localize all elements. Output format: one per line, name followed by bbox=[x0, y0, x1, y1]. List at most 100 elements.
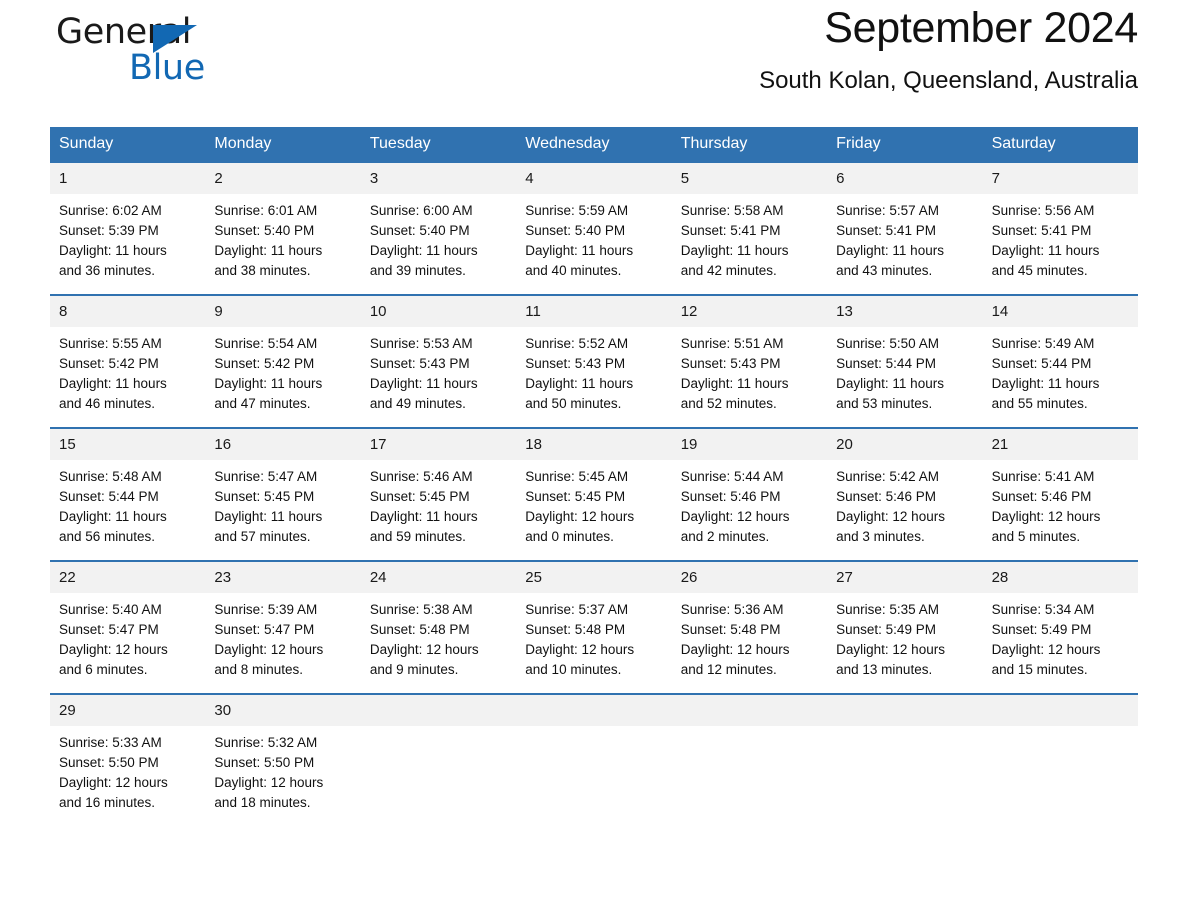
day-cell[interactable]: Sunrise: 5:33 AM Sunset: 5:50 PM Daylight:… bbox=[50, 726, 205, 826]
day-cell[interactable]: Sunrise: 6:00 AM Sunset: 5:40 PM Daylight:… bbox=[361, 194, 516, 294]
day-number[interactable]: 22 bbox=[50, 562, 205, 593]
day-number[interactable]: 21 bbox=[983, 429, 1138, 460]
day-number[interactable]: 27 bbox=[827, 562, 982, 593]
day-cell[interactable]: Sunrise: 5:32 AM Sunset: 5:50 PM Daylight:… bbox=[205, 726, 360, 826]
day-cell[interactable]: Sunrise: 5:38 AM Sunset: 5:48 PM Daylight:… bbox=[361, 593, 516, 693]
day-number[interactable]: 4 bbox=[516, 163, 671, 194]
day-number[interactable]: 9 bbox=[205, 296, 360, 327]
day-number[interactable]: 10 bbox=[361, 296, 516, 327]
daylight-text-line2: and 0 minutes. bbox=[525, 529, 614, 544]
daylight-text-line1: Daylight: 11 hours bbox=[214, 376, 323, 391]
day-cell[interactable]: Sunrise: 5:42 AM Sunset: 5:46 PM Daylight:… bbox=[827, 460, 982, 560]
day-number[interactable]: 7 bbox=[983, 163, 1138, 194]
day-cell[interactable]: Sunrise: 5:39 AM Sunset: 5:47 PM Daylight:… bbox=[205, 593, 360, 693]
day-number[interactable]: 16 bbox=[205, 429, 360, 460]
day-number[interactable]: 19 bbox=[672, 429, 827, 460]
day-cell[interactable]: Sunrise: 5:47 AM Sunset: 5:45 PM Daylight:… bbox=[205, 460, 360, 560]
day-cell[interactable]: Sunrise: 5:52 AM Sunset: 5:43 PM Daylight:… bbox=[516, 327, 671, 427]
sunset-text: Sunset: 5:41 PM bbox=[680, 223, 781, 238]
week-daynumber-band: 15 16 17 18 19 20 21 bbox=[50, 429, 1138, 460]
day-cell[interactable]: Sunrise: 5:41 AM Sunset: 5:46 PM Daylight:… bbox=[983, 460, 1138, 560]
day-number[interactable]: 14 bbox=[983, 296, 1138, 327]
day-number[interactable]: 18 bbox=[516, 429, 671, 460]
day-number[interactable]: 17 bbox=[361, 429, 516, 460]
sunset-text: Sunset: 5:42 PM bbox=[59, 356, 159, 371]
day-number[interactable]: 30 bbox=[205, 695, 360, 726]
daylight-text-line2: and 3 minutes. bbox=[836, 529, 925, 544]
day-cell[interactable]: Sunrise: 5:59 AM Sunset: 5:40 PM Daylight:… bbox=[516, 194, 671, 294]
day-number[interactable]: 23 bbox=[205, 562, 360, 593]
weekday-header-tuesday: Tuesday bbox=[369, 135, 431, 152]
week-row: 1 2 3 4 5 6 7 Sunrise: 6:02 AM Sunset: 5:39 PM Da… bbox=[50, 163, 1138, 294]
day-number[interactable]: 20 bbox=[827, 429, 982, 460]
daylight-text-line1: Daylight: 12 hours bbox=[214, 775, 324, 790]
day-cell[interactable]: Sunrise: 5:45 AM Sunset: 5:45 PM Daylight:… bbox=[516, 460, 671, 560]
sunrise-text: Sunrise: 5:53 AM bbox=[369, 336, 473, 351]
day-cell[interactable]: Sunrise: 6:02 AM Sunset: 5:39 PM Daylight:… bbox=[50, 194, 205, 294]
sunrise-text: Sunrise: 5:46 AM bbox=[369, 469, 473, 484]
day-cell[interactable]: Sunrise: 5:49 AM Sunset: 5:44 PM Daylight:… bbox=[983, 327, 1138, 427]
day-number[interactable]: 6 bbox=[827, 163, 982, 194]
week-detail-band: Sunrise: 5:33 AM Sunset: 5:50 PM Daylight:… bbox=[50, 726, 1138, 826]
day-number[interactable]: 13 bbox=[827, 296, 982, 327]
day-cell[interactable]: Sunrise: 5:53 AM Sunset: 5:43 PM Daylight:… bbox=[361, 327, 516, 427]
sunrise-text: Sunrise: 5:47 AM bbox=[214, 469, 318, 484]
day-number[interactable]: 26 bbox=[672, 562, 827, 593]
day-cell[interactable]: Sunrise: 5:36 AM Sunset: 5:48 PM Daylight:… bbox=[672, 593, 827, 693]
day-cell[interactable]: Sunrise: 6:01 AM Sunset: 5:40 PM Daylight:… bbox=[205, 194, 360, 294]
day-cell[interactable]: Sunrise: 5:44 AM Sunset: 5:46 PM Daylight:… bbox=[672, 460, 827, 560]
sunset-text: Sunset: 5:48 PM bbox=[369, 622, 470, 637]
day-cell[interactable]: Sunrise: 5:35 AM Sunset: 5:49 PM Daylight:… bbox=[827, 593, 982, 693]
sunset-text: Sunset: 5:41 PM bbox=[836, 223, 936, 238]
daylight-text-line2: and 2 minutes. bbox=[680, 529, 770, 544]
sunrise-text: Sunrise: 5:37 AM bbox=[525, 602, 629, 617]
sunset-text: Sunset: 5:40 PM bbox=[525, 223, 626, 238]
week-detail-band: Sunrise: 5:48 AM Sunset: 5:44 PM Daylight:… bbox=[50, 460, 1138, 560]
sunset-text: Sunset: 5:44 PM bbox=[836, 356, 936, 371]
generalblue-logo[interactable]: General Blue bbox=[50, 12, 280, 90]
day-cell[interactable]: Sunrise: 5:34 AM Sunset: 5:49 PM Daylight:… bbox=[983, 593, 1138, 693]
sunrise-text: Sunrise: 5:34 AM bbox=[991, 602, 1095, 617]
sunrise-text: Sunrise: 5:45 AM bbox=[525, 469, 629, 484]
day-number[interactable]: 1 bbox=[50, 163, 205, 194]
day-cell[interactable]: Sunrise: 5:51 AM Sunset: 5:43 PM Daylight:… bbox=[672, 327, 827, 427]
day-number[interactable]: 28 bbox=[983, 562, 1138, 593]
day-number[interactable]: 12 bbox=[672, 296, 827, 327]
day-number[interactable]: 29 bbox=[50, 695, 205, 726]
daylight-text-line1: Daylight: 12 hours bbox=[836, 509, 945, 524]
day-cell[interactable]: Sunrise: 5:54 AM Sunset: 5:42 PM Daylight:… bbox=[205, 327, 360, 427]
day-number[interactable]: 3 bbox=[361, 163, 516, 194]
daylight-text-line2: and 55 minutes. bbox=[991, 396, 1088, 411]
sunset-text: Sunset: 5:50 PM bbox=[214, 755, 315, 770]
day-cell[interactable]: Sunrise: 5:46 AM Sunset: 5:45 PM Daylight:… bbox=[361, 460, 516, 560]
sunrise-text: Sunrise: 6:01 AM bbox=[214, 203, 318, 218]
weekday-header-wednesday: Wednesday bbox=[525, 135, 610, 152]
day-number[interactable]: 11 bbox=[516, 296, 671, 327]
daylight-text-line2: and 47 minutes. bbox=[214, 396, 311, 411]
day-number[interactable]: 5 bbox=[672, 163, 827, 194]
day-cell[interactable]: Sunrise: 5:58 AM Sunset: 5:41 PM Daylight:… bbox=[672, 194, 827, 294]
week-daynumber-band: 29 30 bbox=[50, 695, 1138, 726]
sunset-text: Sunset: 5:46 PM bbox=[680, 489, 781, 504]
day-cell[interactable]: Sunrise: 5:57 AM Sunset: 5:41 PM Daylight:… bbox=[827, 194, 982, 294]
week-row: 8 9 10 11 12 13 14 Sunrise: 5:55 AM Sunset: 5:42… bbox=[50, 294, 1138, 427]
day-number[interactable]: 25 bbox=[516, 562, 671, 593]
day-number-empty bbox=[672, 695, 827, 726]
day-number[interactable]: 8 bbox=[50, 296, 205, 327]
sunset-text: Sunset: 5:49 PM bbox=[836, 622, 936, 637]
day-number[interactable]: 2 bbox=[205, 163, 360, 194]
daylight-text-line1: Daylight: 11 hours bbox=[214, 243, 323, 258]
day-number[interactable]: 15 bbox=[50, 429, 205, 460]
day-cell[interactable]: Sunrise: 5:48 AM Sunset: 5:44 PM Daylight:… bbox=[50, 460, 205, 560]
day-cell[interactable]: Sunrise: 5:55 AM Sunset: 5:42 PM Daylight:… bbox=[50, 327, 205, 427]
daylight-text-line1: Daylight: 11 hours bbox=[991, 376, 1100, 391]
sunset-text: Sunset: 5:46 PM bbox=[991, 489, 1092, 504]
day-cell[interactable]: Sunrise: 5:56 AM Sunset: 5:41 PM Daylight:… bbox=[983, 194, 1138, 294]
sunset-text: Sunset: 5:47 PM bbox=[59, 622, 159, 637]
day-cell[interactable]: Sunrise: 5:50 AM Sunset: 5:44 PM Daylight:… bbox=[827, 327, 982, 427]
sunrise-text: Sunrise: 5:48 AM bbox=[59, 469, 162, 484]
day-cell[interactable]: Sunrise: 5:40 AM Sunset: 5:47 PM Daylight:… bbox=[50, 593, 205, 693]
sunrise-text: Sunrise: 5:38 AM bbox=[369, 602, 473, 617]
day-cell[interactable]: Sunrise: 5:37 AM Sunset: 5:48 PM Daylight:… bbox=[516, 593, 671, 693]
day-number[interactable]: 24 bbox=[361, 562, 516, 593]
